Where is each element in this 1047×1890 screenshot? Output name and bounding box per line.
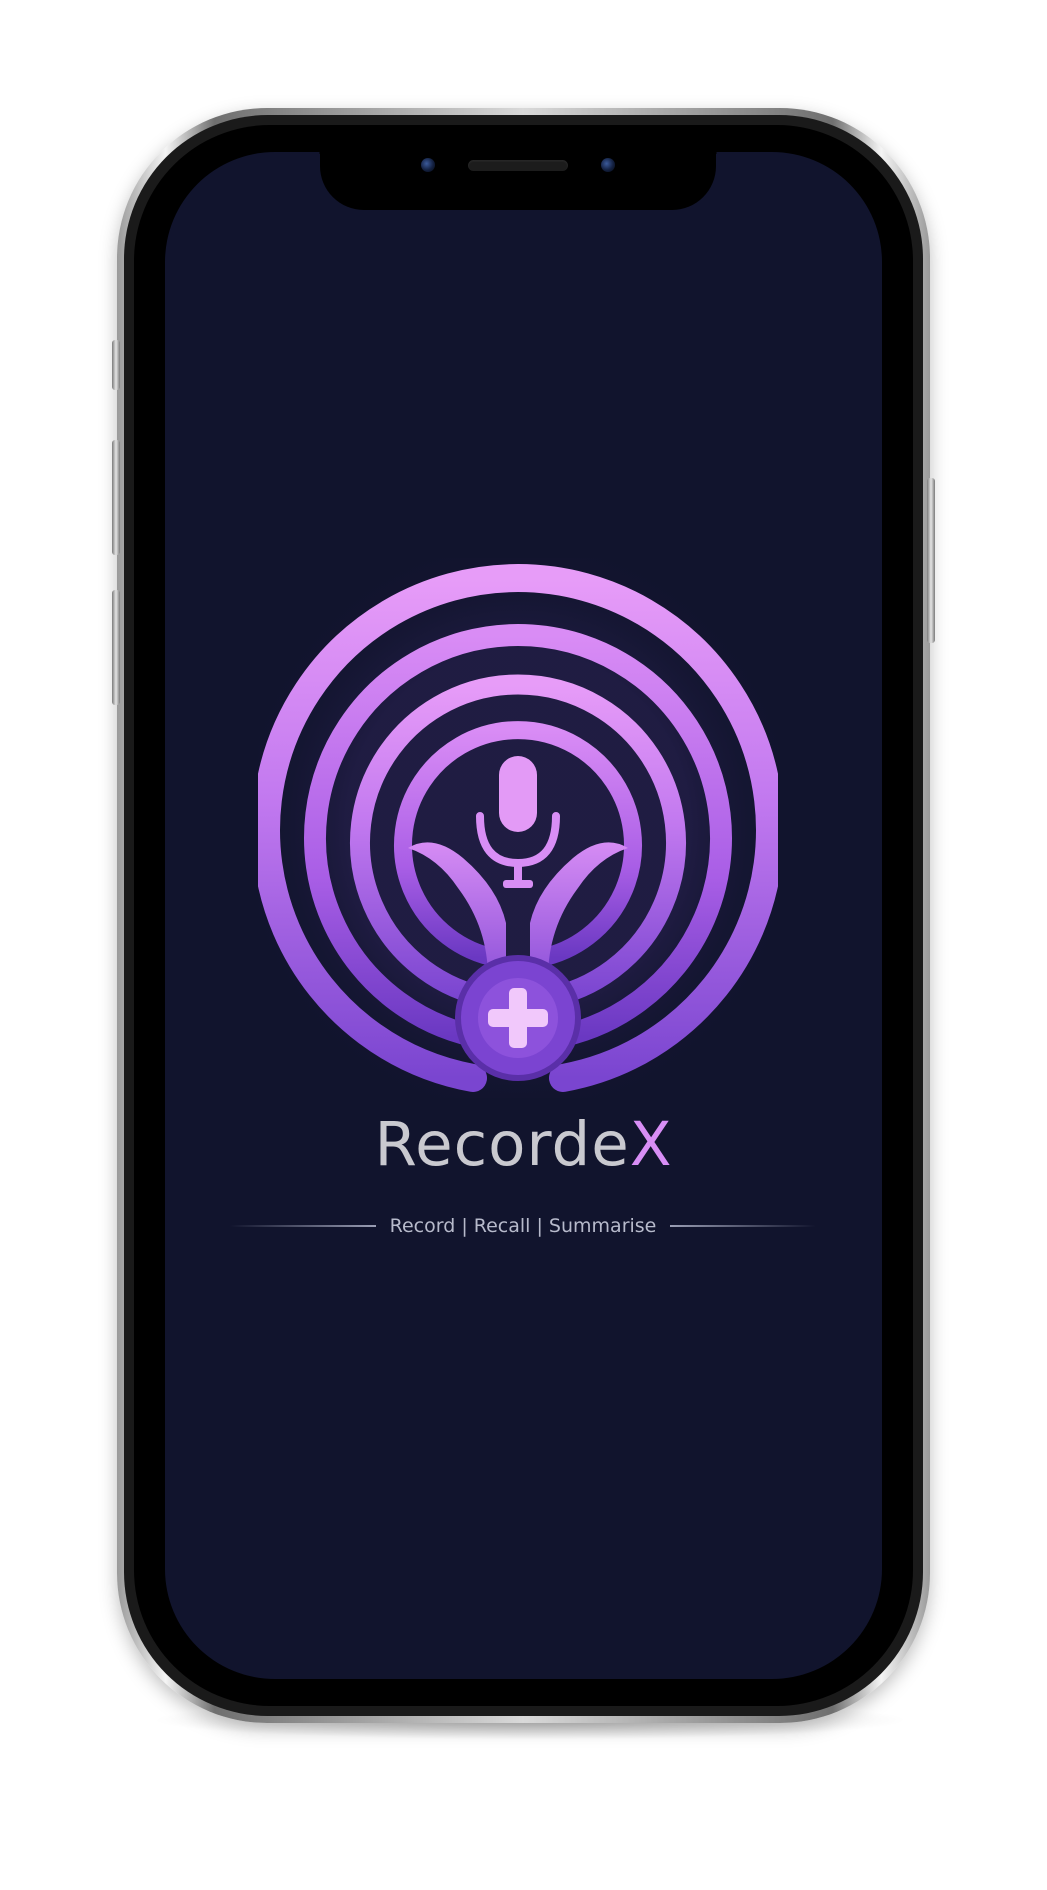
app-name: RecordeX — [300, 1105, 747, 1185]
earpiece-speaker — [468, 160, 568, 171]
tagline-divider-right — [670, 1225, 817, 1227]
app-name-main: Recorde — [374, 1109, 630, 1180]
tagline-divider-left — [230, 1225, 376, 1227]
sensor-icon — [601, 158, 615, 172]
volume-down-button[interactable] — [112, 590, 120, 705]
plus-icon — [455, 955, 581, 1081]
tagline-row: Record | Recall | Summarise — [230, 1211, 817, 1241]
volume-up-button[interactable] — [112, 440, 120, 555]
mute-switch[interactable] — [112, 340, 120, 390]
app-name-accent: X — [629, 1109, 673, 1180]
front-camera-icon — [421, 158, 435, 172]
app-logo — [258, 558, 778, 1098]
notch — [296, 130, 740, 210]
power-button[interactable] — [927, 478, 935, 643]
tagline: Record | Recall | Summarise — [389, 1215, 657, 1237]
